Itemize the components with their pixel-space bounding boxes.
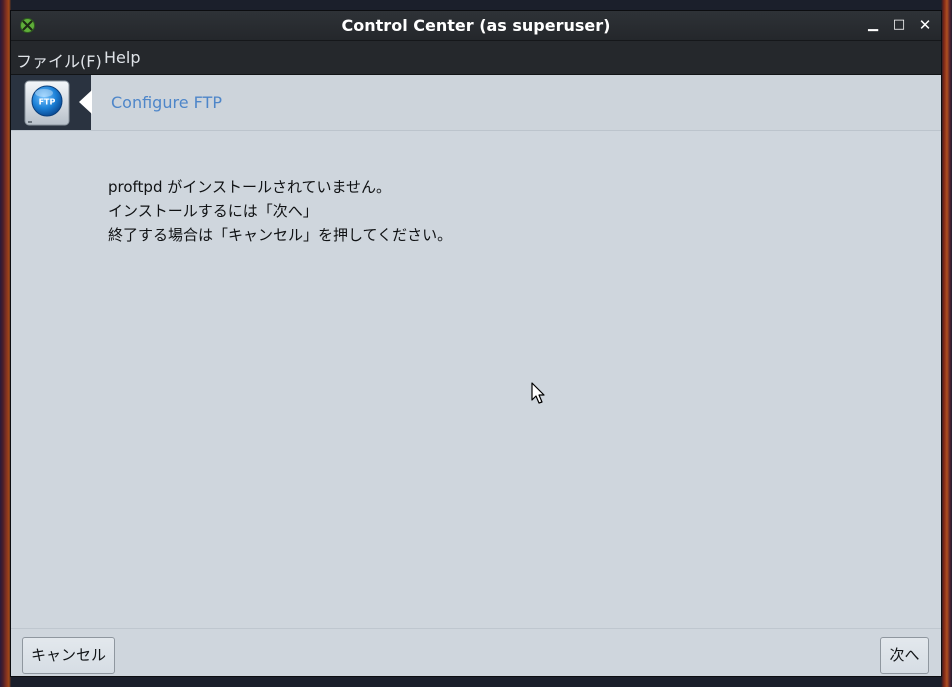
minimize-button[interactable]: ▁ [865,17,881,33]
menu-file[interactable]: ファイル(F) [16,48,102,72]
close-icon: ✕ [918,16,932,34]
main-content: FTP Configure FTP proftpd がインストールされていません… [11,75,941,676]
page-banner: FTP Configure FTP [11,75,941,131]
message-line: 終了する場合は「キャンセル」を押してください。 [108,226,453,244]
control-center-window: Control Center (as superuser) ▁ □ ✕ ファイル… [11,11,941,676]
page-title: Configure FTP [111,93,222,112]
maximize-button[interactable]: □ [891,17,907,33]
window-title: Control Center (as superuser) [341,16,611,35]
banner-pointer [79,90,92,114]
menu-help[interactable]: Help [104,48,140,67]
ftp-icon: FTP [24,80,70,126]
message-line: proftpd がインストールされていません。 [108,178,392,196]
svg-text:FTP: FTP [39,98,56,107]
next-button[interactable]: 次へ [880,637,929,674]
close-button[interactable]: ✕ [917,17,933,33]
footer-divider [11,628,941,629]
message-line: インストールするには「次へ」 [108,202,318,220]
message-text: proftpd がインストールされていません。 インストールするには「次へ」 終… [108,175,452,247]
mouse-pointer-icon [531,382,545,404]
cancel-button[interactable]: キャンセル [22,637,115,674]
banner-icon-container: FTP [11,75,92,130]
menu-bar: ファイル(F) Help [11,41,941,75]
title-bar[interactable]: Control Center (as superuser) ▁ □ ✕ [11,11,941,41]
minimize-icon: ▁ [868,17,878,32]
maximize-icon: □ [892,17,906,32]
